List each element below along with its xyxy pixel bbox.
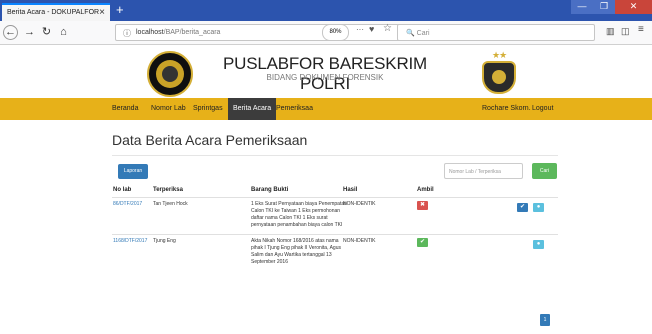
nav-logout[interactable]: Logout xyxy=(532,98,553,120)
nav-nomor-lab[interactable]: Nomor Lab xyxy=(151,98,186,120)
taken-check-icon: ✔ xyxy=(417,238,428,247)
minimize-icon[interactable]: — xyxy=(571,0,593,14)
row-hasil: NON-IDENTIK xyxy=(343,238,376,244)
pocket-icon[interactable]: ♥ xyxy=(369,24,374,34)
edit-check-button[interactable]: ✔ xyxy=(517,203,528,212)
pagination-page[interactable]: 1 xyxy=(540,314,550,326)
site-info-icon[interactable]: ⓘ xyxy=(123,28,131,39)
divider xyxy=(112,155,558,156)
not-taken-icon: ✖ xyxy=(417,201,428,210)
browser-tab[interactable]: Berita Acara - DOKUPALFOR × xyxy=(2,3,110,21)
row-nolab-link[interactable]: 1168/DTF/2017 xyxy=(113,238,147,245)
sidebar-icon[interactable]: ◫ xyxy=(621,26,630,37)
maximize-icon[interactable]: ❐ xyxy=(593,0,615,14)
header-divider xyxy=(112,197,558,198)
new-tab-icon[interactable]: + xyxy=(116,3,124,17)
col-hasil: Hasil xyxy=(343,187,358,193)
view-button[interactable]: ● xyxy=(533,203,544,212)
col-no-lab: No lab xyxy=(113,187,132,193)
reload-icon[interactable]: ↻ xyxy=(38,24,55,41)
main-nav: Beranda Nomor Lab Sprintgas Berita Acara… xyxy=(0,98,652,120)
row-terperiksa: Tjung Eng xyxy=(153,238,176,244)
browser-toolbar: ← → ↻ ⌂ ⓘ localhost/BAP/berita_acara 80%… xyxy=(0,21,652,45)
nav-sprintgas[interactable]: Sprintgas xyxy=(193,98,223,120)
row-terperiksa: Tan Tjeen Hock xyxy=(153,201,188,207)
row-nolab-link[interactable]: 86/DTF/2017 xyxy=(113,201,142,208)
page-actions-icon[interactable]: ··· xyxy=(356,25,364,34)
polri-logo: ★★★ xyxy=(481,50,517,96)
page-title: Data Berita Acara Pemeriksaan xyxy=(112,132,308,148)
row-divider xyxy=(112,234,558,235)
window-close-icon[interactable]: ✕ xyxy=(615,0,652,14)
site-header: PUSLABFOR BARESKRIM POLRI BIDANG DOKUMEN… xyxy=(0,46,652,97)
view-button[interactable]: ● xyxy=(533,240,544,249)
tab-title: Berita Acara - DOKUPALFOR xyxy=(7,9,100,16)
nav-user[interactable]: Rochare Skorn. xyxy=(482,98,531,120)
site-subtitle: BIDANG DOKUMEN FORENSIK xyxy=(266,73,384,82)
bookmark-star-icon[interactable]: ☆ xyxy=(383,23,392,34)
puslabfor-logo xyxy=(147,51,193,97)
url-text: localhost/BAP/berita_acara xyxy=(136,29,221,36)
row-hasil: NON-IDENTIK xyxy=(343,201,376,207)
nav-berita-acara[interactable]: Berita Acara xyxy=(228,98,277,120)
col-ambil: Ambil xyxy=(417,187,434,193)
laporan-button[interactable]: Laporan xyxy=(118,164,148,179)
col-terperiksa: Terperiksa xyxy=(153,187,183,193)
zoom-level[interactable]: 80% xyxy=(322,24,349,41)
back-icon[interactable]: ← xyxy=(3,25,18,40)
col-barang-bukti: Barang Bukti xyxy=(251,187,289,193)
hamburger-menu-icon[interactable]: ≡ xyxy=(638,24,644,35)
nav-pemeriksaan[interactable]: Pemeriksaa xyxy=(276,98,313,120)
home-icon[interactable]: ⌂ xyxy=(55,24,72,41)
browser-titlebar: Berita Acara - DOKUPALFOR × + — ❐ ✕ xyxy=(0,0,652,21)
row-barang-bukti: Akta Nikah Nomor 168/2016 atas nama piha… xyxy=(251,238,341,265)
search-input[interactable]: Nomor Lab / Terperiksa xyxy=(444,163,523,179)
forward-icon[interactable]: → xyxy=(21,24,38,41)
tab-close-icon[interactable]: × xyxy=(99,7,105,18)
browser-search-input[interactable]: 🔍 Cari xyxy=(397,24,595,41)
row-barang-bukti: 1 Eks Surat Pernyataan biaya Penempatan … xyxy=(251,201,347,228)
nav-beranda[interactable]: Beranda xyxy=(112,98,138,120)
library-icon[interactable]: ▥ xyxy=(606,26,615,37)
cari-button[interactable]: Cari xyxy=(532,163,557,179)
